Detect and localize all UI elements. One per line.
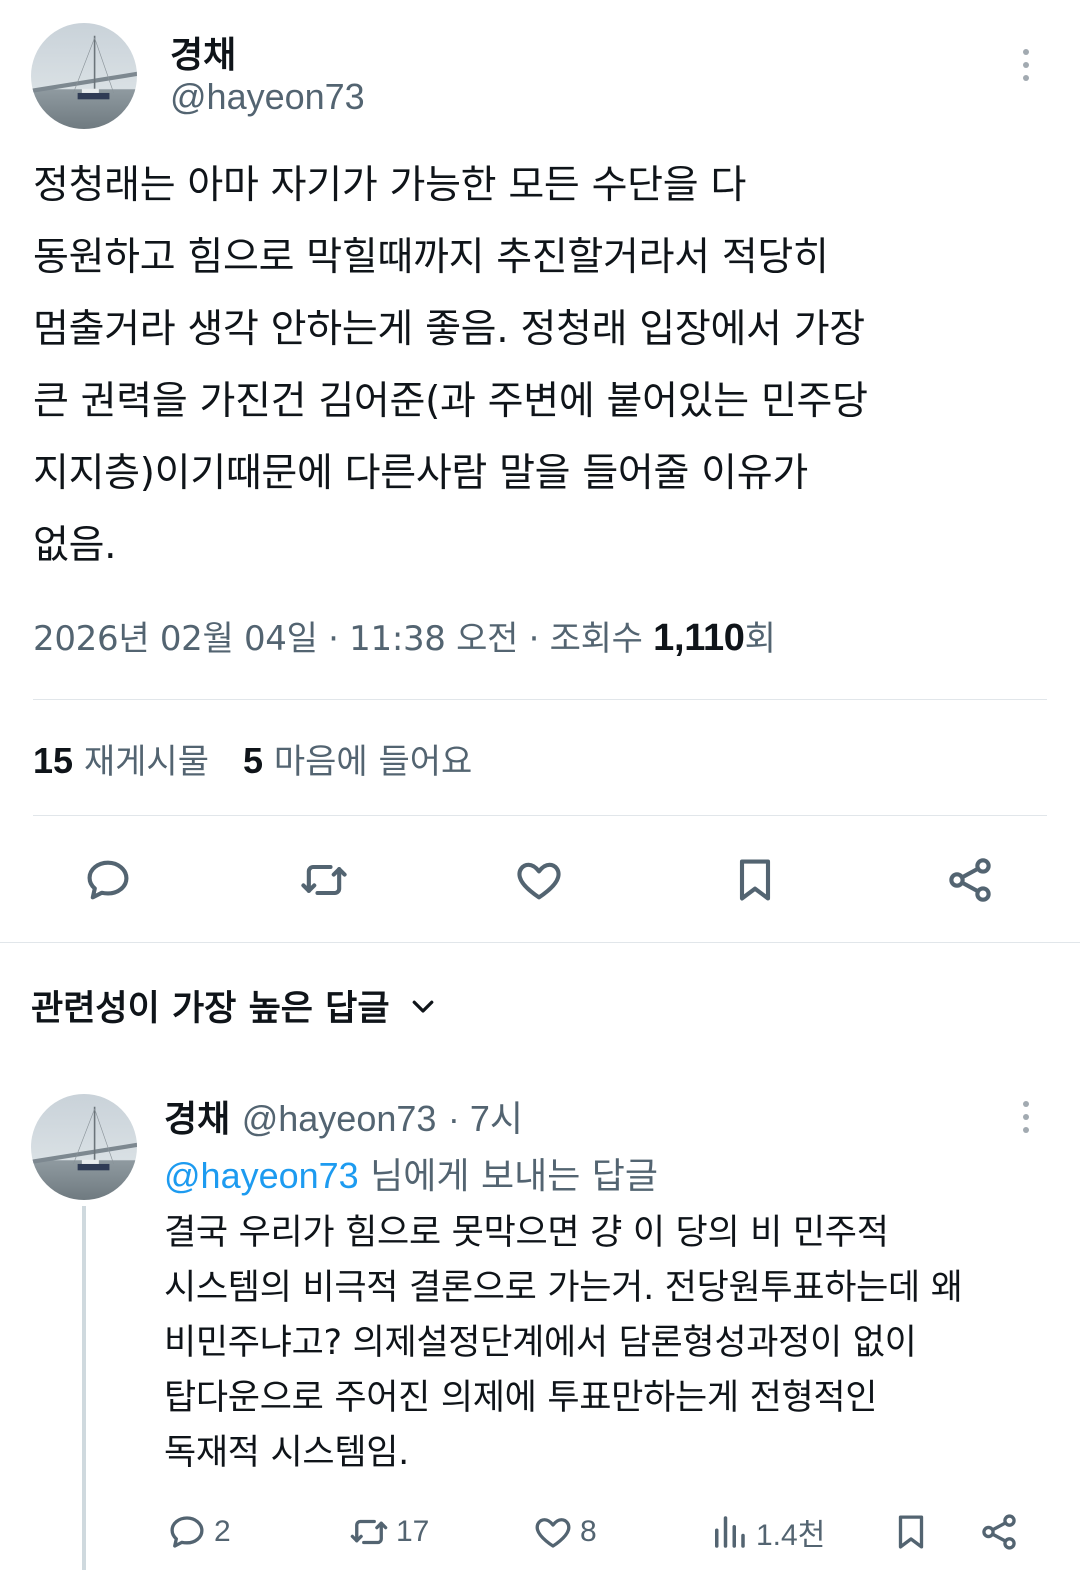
heart-icon <box>517 862 561 900</box>
reply-views-count: 1.4천 <box>756 1519 826 1552</box>
bookmark-icon <box>739 859 771 901</box>
reply-button[interactable] <box>78 850 138 910</box>
repost-icon <box>301 864 347 896</box>
tweet-text: 정청래는 아마 자기가 가능한 모든 수단을 다 동원하고 힘으로 막힐때까지 … <box>33 163 868 568</box>
reply-icon <box>87 860 129 900</box>
divider <box>33 699 1047 700</box>
share-icon <box>982 1514 1016 1550</box>
reply-separator: · <box>447 1098 470 1139</box>
reposts-count: 15 <box>33 740 74 781</box>
more-icon[interactable] <box>1011 1092 1041 1142</box>
divider <box>33 815 1047 816</box>
share-icon <box>949 858 991 902</box>
reply-to-line: @hayeon73 님에게 보내는 답글 <box>164 1147 658 1199</box>
likes-label: 마음에 들어요 <box>273 742 473 782</box>
section-divider <box>0 942 1080 943</box>
reply-share-button[interactable] <box>978 1506 1020 1558</box>
reply-author-avatar[interactable] <box>31 1094 137 1200</box>
author-handle[interactable]: @hayeon73 <box>170 76 365 118</box>
reply-to-suffix: 님에게 보내는 답글 <box>370 1156 659 1197</box>
engagement-stats: 15 재게시물 5 마음에 들어요 <box>33 734 472 783</box>
reply-icon <box>170 1516 204 1548</box>
bookmark-icon <box>898 1515 924 1549</box>
views-count: 1,110 <box>653 617 745 659</box>
reply-views-button[interactable]: 1.4천 <box>708 1506 825 1558</box>
more-icon[interactable] <box>1011 40 1041 90</box>
tweet-time[interactable]: 11:38 오전 <box>349 619 518 659</box>
repost-icon <box>350 1519 388 1545</box>
reply-text: 결국 우리가 힘으로 못막으면 걍 이 당의 비 민주적 시스템의 비극적 결론… <box>164 1213 963 1473</box>
heart-icon <box>535 1518 571 1548</box>
likes-stat[interactable]: 5 마음에 들어요 <box>242 740 473 782</box>
avatar-image <box>31 1094 137 1200</box>
author-avatar[interactable] <box>31 23 137 129</box>
reply-to-mention[interactable]: @hayeon73 <box>164 1155 359 1196</box>
like-button[interactable] <box>509 850 569 910</box>
views-suffix: 회 <box>744 619 776 659</box>
views-icon <box>715 1516 745 1548</box>
likes-count: 5 <box>242 740 264 781</box>
chevron-down-icon <box>412 1000 433 1013</box>
reposts-label: 재게시물 <box>83 742 209 782</box>
bookmark-button[interactable] <box>725 850 785 910</box>
reply-like-count: 8 <box>580 1515 597 1548</box>
reply-header: 경채 @hayeon73 · 7시 <box>164 1090 523 1142</box>
share-button[interactable] <box>940 850 1000 910</box>
reply-author-name[interactable]: 경채 <box>164 1099 230 1140</box>
reply-reply-button[interactable]: 2 <box>166 1506 231 1558</box>
tweet-date[interactable]: 2026년 02월 04일 <box>33 619 318 659</box>
reposts-stat[interactable]: 15 재게시물 <box>33 740 209 782</box>
reply-author-handle[interactable]: @hayeon73 <box>242 1098 437 1139</box>
reply-repost-count: 17 <box>396 1515 430 1548</box>
replies-sort-dropdown[interactable]: 관련성이 가장 높은 답글 <box>31 980 438 1031</box>
author-name[interactable]: 경채 <box>170 26 236 78</box>
meta-separator: · <box>528 619 550 659</box>
avatar-image <box>31 23 137 129</box>
tweet-meta: 2026년 02월 04일 · 11:38 오전 · 조회수 1,110회 <box>33 611 776 660</box>
repost-button[interactable] <box>294 850 354 910</box>
replies-sort-label: 관련성이 가장 높은 답글 <box>31 989 390 1029</box>
reply-time[interactable]: 7시 <box>470 1098 523 1139</box>
reply-repost-button[interactable]: 17 <box>348 1506 429 1558</box>
reply-reply-count: 2 <box>214 1515 231 1548</box>
thread-line <box>82 1206 86 1570</box>
views-label: 조회수 <box>549 619 643 659</box>
reply-like-button[interactable]: 8 <box>532 1506 597 1558</box>
meta-separator: · <box>328 619 350 659</box>
reply-bookmark-button[interactable] <box>890 1506 932 1558</box>
